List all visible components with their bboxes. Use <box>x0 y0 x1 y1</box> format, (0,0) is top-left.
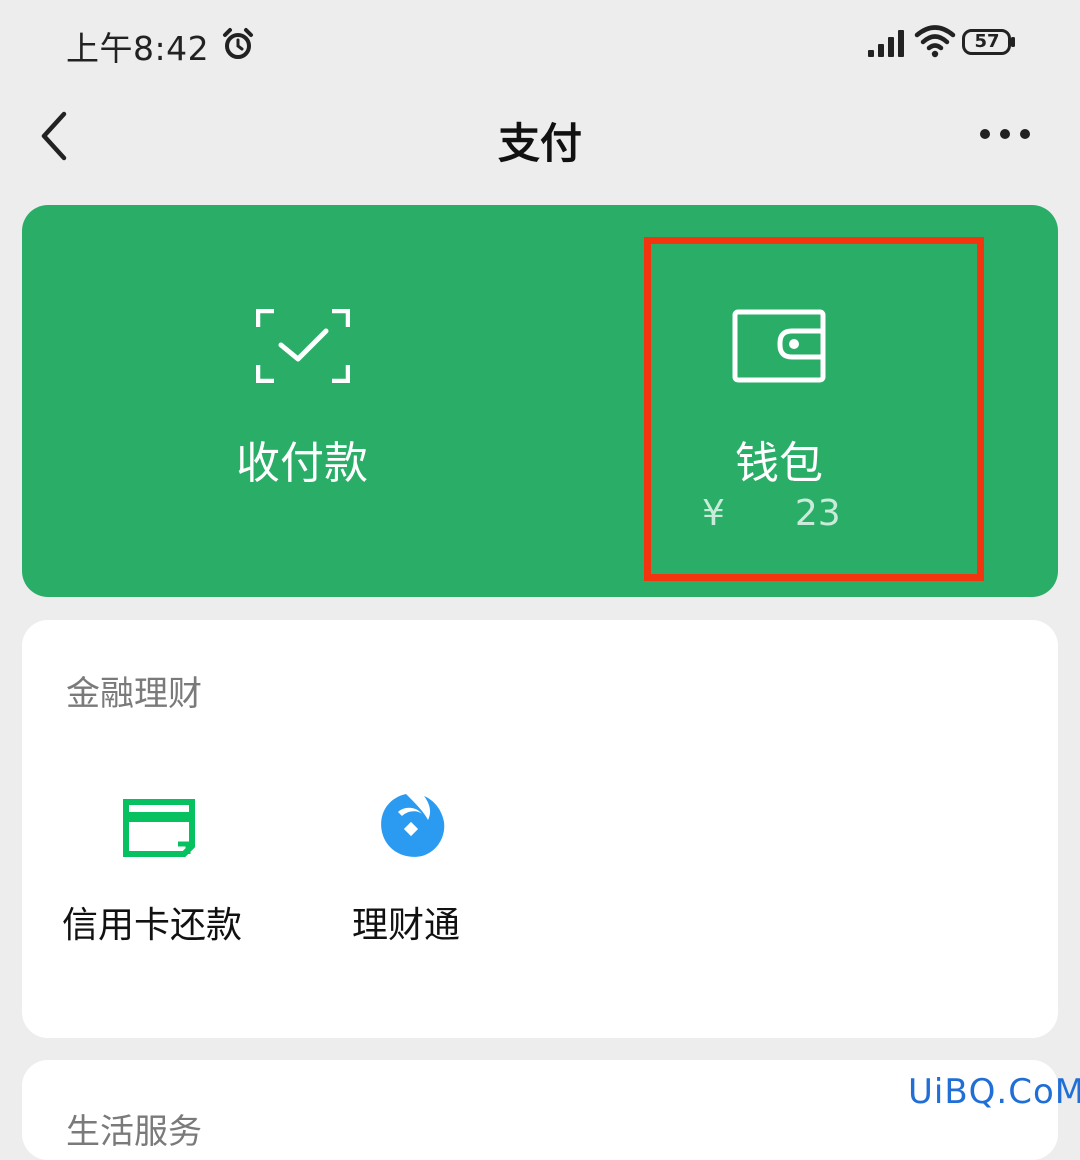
life-services-section: 生活服务 <box>22 1060 1058 1160</box>
service-label: 理财通 <box>352 905 461 946</box>
section-title-finance: 金融理财 <box>66 674 202 714</box>
scan-check-icon <box>256 309 350 383</box>
more-dots-icon[interactable] <box>978 124 1032 144</box>
wallet-highlight-annotation <box>644 237 984 581</box>
nav-bar: 支付 <box>0 90 1080 182</box>
alarm-icon <box>223 28 253 59</box>
section-title-life: 生活服务 <box>66 1112 202 1152</box>
service-label: 信用卡还款 <box>62 905 243 946</box>
watermark: UiBQ.CoM <box>908 1072 1080 1112</box>
status-bar: 上午8:42 57 <box>0 0 1080 90</box>
licaitong-icon <box>381 794 445 857</box>
pay-receive-button[interactable]: 收付款 <box>22 205 582 597</box>
signal-icon <box>868 30 904 57</box>
status-time: 上午8:42 <box>66 29 210 68</box>
battery-level: 57 <box>974 31 1000 52</box>
finance-section: 金融理财 信用卡还款 理财通 <box>22 620 1058 1038</box>
credit-card-icon <box>123 799 195 857</box>
wifi-icon <box>914 25 956 58</box>
pay-receive-label: 收付款 <box>236 438 368 489</box>
page-title: 支付 <box>497 119 582 168</box>
